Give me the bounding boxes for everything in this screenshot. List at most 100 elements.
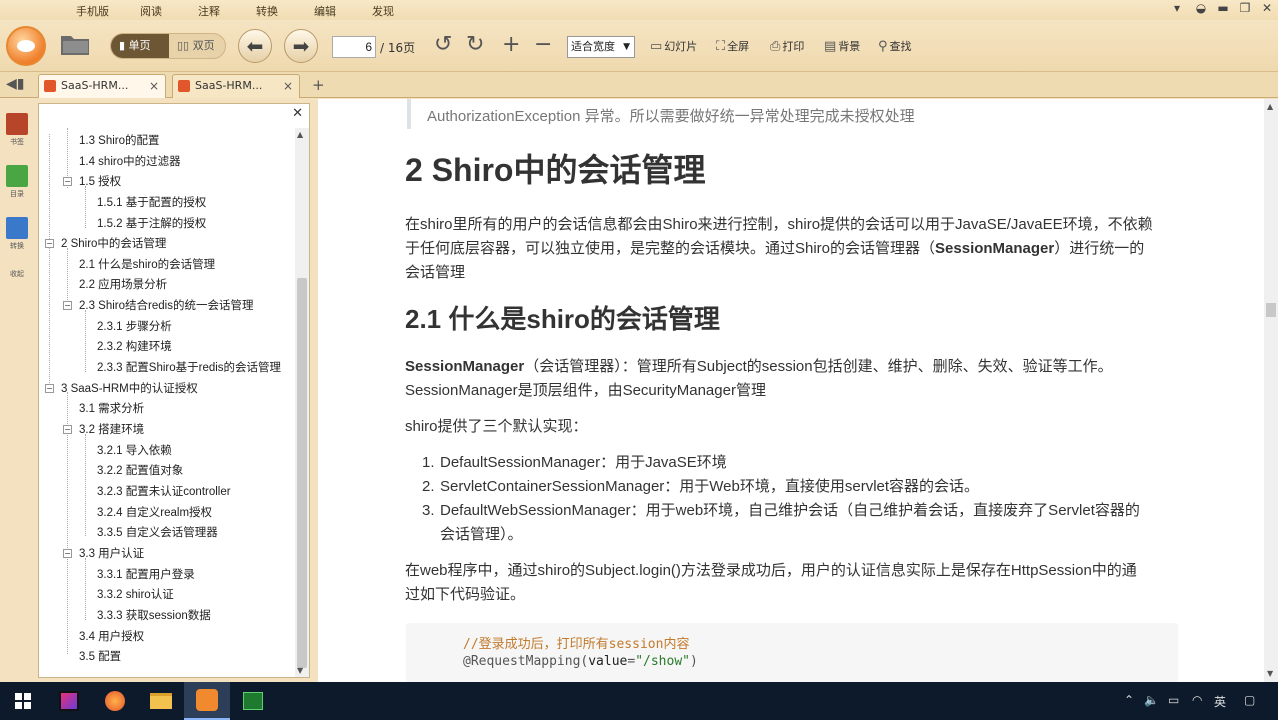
- menu-edit[interactable]: 编辑: [314, 3, 336, 19]
- scroll-up-icon[interactable]: ▲: [1267, 102, 1273, 111]
- view-mode-toggle: ▮ 单页 ▯▯ 双页: [110, 33, 226, 59]
- convert-button[interactable]: 转换: [4, 217, 30, 251]
- toc-item[interactable]: 3.2.3 配置未认证controller: [97, 483, 231, 499]
- toc-item[interactable]: 3.3 用户认证: [79, 545, 144, 561]
- tray-expand-icon[interactable]: ⌃: [1124, 693, 1134, 707]
- skin-icon[interactable]: ◒: [1190, 1, 1212, 15]
- collapse-button[interactable]: 收起: [4, 269, 30, 279]
- scroll-down-icon[interactable]: ▼: [1267, 669, 1273, 678]
- bookmarks-label: 书签: [10, 138, 24, 146]
- tab-document-2[interactable]: SaaS-HRM... ×: [172, 74, 300, 98]
- zoom-out-icon[interactable]: −: [534, 32, 552, 57]
- single-page-button[interactable]: ▮ 单页: [111, 34, 169, 58]
- outline-scrollbar[interactable]: ▲ ▼: [295, 128, 309, 677]
- open-folder-icon[interactable]: [60, 32, 90, 56]
- bookmarks-button[interactable]: 书签: [4, 113, 30, 147]
- collapse-icon[interactable]: −: [45, 384, 54, 393]
- list-item: ServletContainerSessionManager：用于Web环境，直…: [440, 478, 980, 495]
- zoom-select[interactable]: 适合宽度 ▼: [567, 36, 635, 58]
- prev-page-button[interactable]: ⬅: [238, 29, 272, 63]
- menu-bar: 手机版 阅读 注释 转换 编辑 发现 ▾ ◒ ▬ ❐ ✕: [0, 0, 1278, 20]
- fullscreen-button[interactable]: ⛶ 全屏: [716, 38, 749, 54]
- page-number-input[interactable]: 6: [332, 36, 376, 58]
- double-page-button[interactable]: ▯▯ 双页: [169, 34, 225, 58]
- toc-item[interactable]: 3.3.3 获取session数据: [97, 607, 211, 623]
- close-window-icon[interactable]: ✕: [1256, 1, 1278, 15]
- toc-item[interactable]: 3.3.2 shiro认证: [97, 586, 174, 602]
- taskbar-app-explorer[interactable]: [138, 682, 184, 720]
- collapse-icon[interactable]: −: [63, 549, 72, 558]
- toc-item[interactable]: 2.3.1 步骤分析: [97, 318, 172, 334]
- collapse-icon[interactable]: −: [63, 177, 72, 186]
- toc-item[interactable]: 1.5.1 基于配置的授权: [97, 194, 206, 210]
- close-tab-icon[interactable]: ×: [283, 75, 293, 97]
- pin-icon[interactable]: ▾: [1166, 1, 1188, 15]
- toc-item[interactable]: 3.3.1 配置用户登录: [97, 566, 195, 582]
- toc-item[interactable]: 2.3.3 配置Shiro基于redis的会话管理: [97, 359, 281, 375]
- toc-item[interactable]: 3.1 需求分析: [79, 400, 144, 416]
- start-button[interactable]: [0, 682, 46, 720]
- taskbar-app-terminal[interactable]: [230, 682, 276, 720]
- scrollbar-thumb[interactable]: [297, 278, 307, 668]
- scroll-down-icon[interactable]: ▼: [297, 666, 303, 675]
- toc-item[interactable]: 3.4 用户授权: [79, 628, 144, 644]
- menu-read[interactable]: 阅读: [140, 3, 162, 19]
- collapse-icon[interactable]: −: [45, 239, 54, 248]
- toc-item[interactable]: 2.3 Shiro结合redis的统一会话管理: [79, 297, 253, 313]
- taskbar-app-intellij[interactable]: [46, 682, 92, 720]
- scrollbar-thumb[interactable]: [1266, 303, 1276, 317]
- network-icon[interactable]: ◠: [1192, 693, 1202, 707]
- rotate-right-icon[interactable]: ↻: [466, 32, 484, 57]
- toc-item[interactable]: 2 Shiro中的会话管理: [61, 235, 166, 251]
- ime-indicator[interactable]: 英: [1214, 693, 1226, 710]
- close-tab-icon[interactable]: ×: [149, 75, 159, 97]
- paragraph-line: 在web程序中，通过shiro的Subject.login()方法登录成功后，用…: [405, 562, 1137, 579]
- scroll-up-icon[interactable]: ▲: [297, 130, 303, 139]
- tree-guide: [67, 248, 68, 308]
- menu-convert[interactable]: 转换: [256, 3, 278, 19]
- toc-item[interactable]: 3.2.1 导入依赖: [97, 442, 172, 458]
- toc-item[interactable]: 2.2 应用场景分析: [79, 276, 167, 292]
- taskbar-app-pdfreader[interactable]: [184, 682, 230, 720]
- restore-icon[interactable]: ❐: [1234, 1, 1256, 15]
- print-button[interactable]: ⎙ 打印: [770, 38, 804, 54]
- new-tab-icon[interactable]: +: [312, 76, 325, 94]
- toc-item[interactable]: 1.4 shiro中的过滤器: [79, 153, 181, 169]
- toc-item[interactable]: 3.2.4 自定义realm授权: [97, 504, 212, 520]
- collapse-icon[interactable]: −: [63, 301, 72, 310]
- toc-item[interactable]: 1.5 授权: [79, 173, 121, 189]
- toc-item[interactable]: 2.1 什么是shiro的会话管理: [79, 256, 215, 272]
- heading-h1: 2 Shiro中的会话管理: [405, 152, 706, 188]
- rotate-left-icon[interactable]: ↺: [434, 32, 452, 57]
- tab-document-1[interactable]: SaaS-HRM... ×: [38, 74, 166, 98]
- sidebar-toggle-icon[interactable]: ◀▮: [6, 76, 24, 92]
- taskbar: ⌃ 🔈 ▭ ◠ 英 ▢: [0, 682, 1278, 720]
- toc-item[interactable]: 1.5.2 基于注解的授权: [97, 215, 206, 231]
- volume-icon[interactable]: 🔈: [1144, 693, 1159, 707]
- toc-item[interactable]: 2.3.2 构建环境: [97, 338, 172, 354]
- collapse-icon[interactable]: −: [63, 425, 72, 434]
- menu-annotate[interactable]: 注释: [198, 3, 220, 19]
- close-outline-icon[interactable]: ✕: [292, 106, 303, 121]
- toc-item[interactable]: 3 SaaS-HRM中的认证授权: [61, 380, 198, 396]
- menu-mobile[interactable]: 手机版: [76, 3, 109, 19]
- background-button[interactable]: ▤ 背景: [824, 38, 860, 54]
- outline-button[interactable]: 目录: [4, 165, 30, 199]
- minimize-icon[interactable]: ▬: [1212, 1, 1234, 15]
- next-page-button[interactable]: ➡: [284, 29, 318, 63]
- document-scrollbar[interactable]: ▲ ▼: [1264, 99, 1278, 682]
- double-page-label: 双页: [192, 39, 215, 52]
- toc-item[interactable]: 3.2.2 配置值对象: [97, 462, 183, 478]
- taskbar-app-browser[interactable]: [92, 682, 138, 720]
- toc-item[interactable]: 3.5 配置: [79, 648, 121, 664]
- menu-discover[interactable]: 发现: [372, 3, 394, 19]
- toc-item[interactable]: 3.3.5 自定义会话管理器: [97, 524, 218, 540]
- toc-item[interactable]: 3.2 搭建环境: [79, 421, 144, 437]
- notification-icon[interactable]: ▢: [1244, 693, 1255, 707]
- find-button[interactable]: ⚲ 查找: [878, 38, 912, 54]
- app-logo-icon[interactable]: [6, 26, 46, 66]
- battery-icon[interactable]: ▭: [1168, 693, 1179, 707]
- slideshow-button[interactable]: ▭ 幻灯片: [650, 38, 697, 54]
- toc-item[interactable]: 1.3 Shiro的配置: [79, 132, 160, 148]
- zoom-in-icon[interactable]: +: [502, 32, 520, 57]
